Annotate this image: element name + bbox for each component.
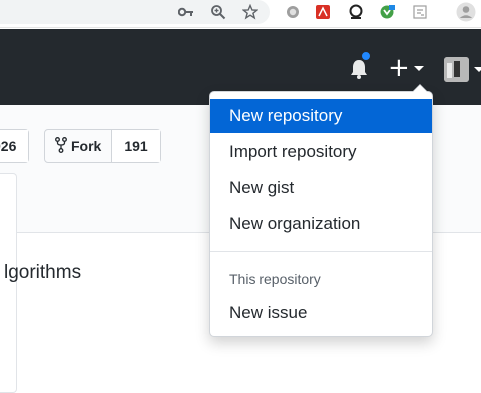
fork-button-group: Fork 191 bbox=[44, 129, 161, 163]
zoom-icon[interactable] bbox=[208, 2, 228, 22]
dropdown-caret-fill bbox=[413, 85, 427, 92]
pdf-extension-icon[interactable] bbox=[313, 2, 333, 22]
create-new-button[interactable]: + bbox=[388, 55, 424, 81]
fork-icon bbox=[55, 136, 67, 156]
fork-count[interactable]: 191 bbox=[111, 130, 160, 162]
plus-icon: + bbox=[388, 53, 410, 83]
tab-extension-icon[interactable] bbox=[410, 2, 430, 22]
fork-button[interactable]: Fork bbox=[45, 130, 111, 162]
chevron-down-icon bbox=[474, 66, 481, 72]
about-text: lgorithms bbox=[4, 262, 82, 283]
menu-item-new-organization[interactable]: New organization bbox=[210, 207, 432, 241]
user-avatar-button[interactable] bbox=[444, 56, 481, 82]
menu-item-new-issue[interactable]: New issue bbox=[210, 296, 432, 330]
grammarly-extension-icon[interactable] bbox=[346, 2, 366, 22]
key-icon[interactable] bbox=[176, 2, 196, 22]
profile-avatar-icon[interactable] bbox=[456, 2, 476, 22]
browser-toolbar bbox=[0, 0, 481, 28]
menu-item-new-gist[interactable]: New gist bbox=[210, 171, 432, 205]
star-button-group: 926 bbox=[0, 129, 30, 163]
bookmark-star-icon[interactable] bbox=[240, 2, 260, 22]
extension-circle-icon[interactable] bbox=[283, 2, 303, 22]
create-new-dropdown: New repository Import repository New gis… bbox=[209, 84, 433, 337]
menu-section-header: This repository bbox=[229, 271, 321, 287]
menu-divider bbox=[210, 251, 432, 252]
fork-label: Fork bbox=[71, 138, 102, 154]
chevron-down-icon bbox=[413, 65, 424, 71]
menu-item-import-repository[interactable]: Import repository bbox=[210, 135, 432, 169]
download-extension-icon[interactable] bbox=[377, 2, 397, 22]
avatar bbox=[444, 56, 469, 82]
address-bar[interactable] bbox=[0, 0, 270, 24]
menu-item-new-repository[interactable]: New repository bbox=[210, 99, 432, 133]
notification-indicator bbox=[360, 50, 372, 62]
star-count[interactable]: 926 bbox=[0, 130, 29, 162]
